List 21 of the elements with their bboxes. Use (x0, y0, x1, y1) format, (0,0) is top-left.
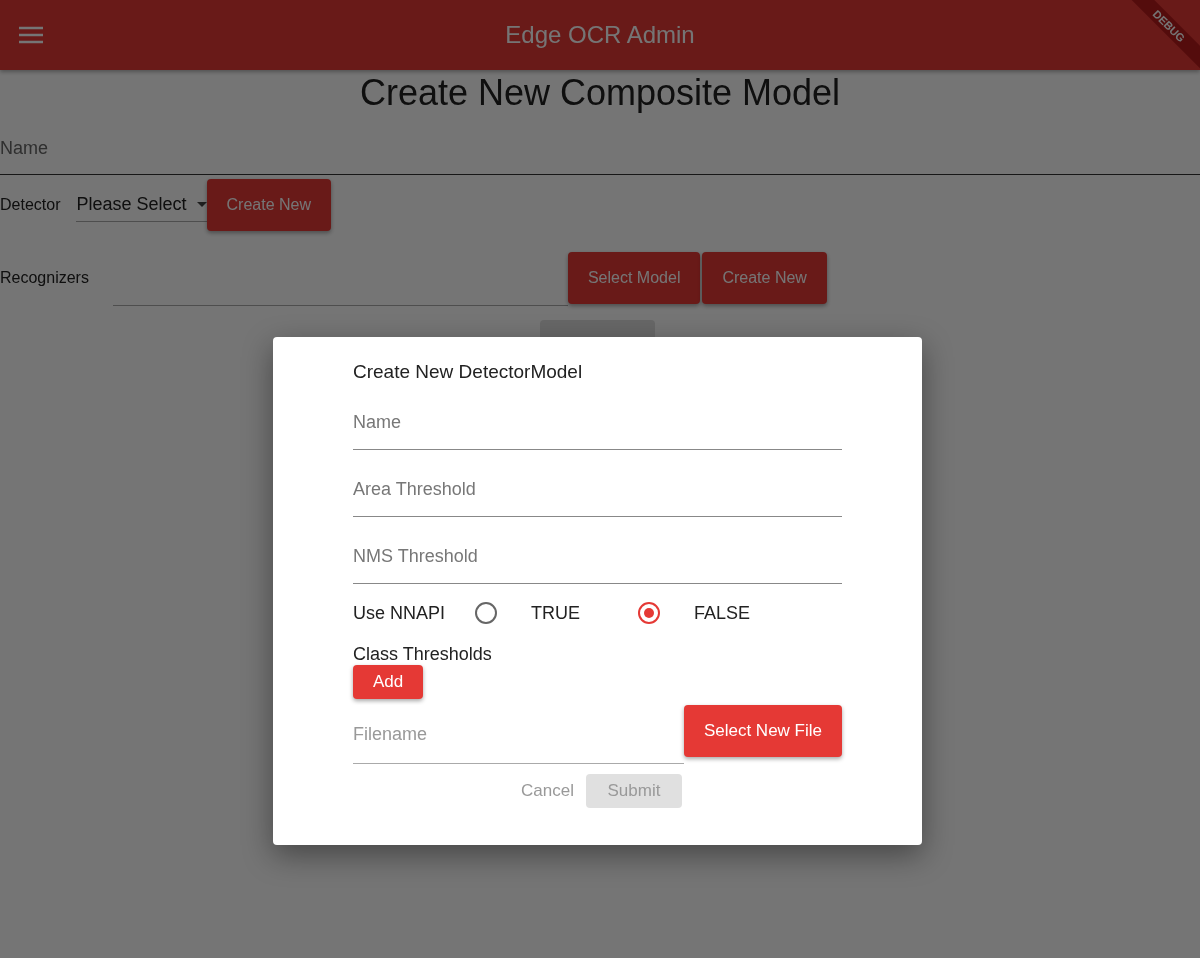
detector-label: Detector (0, 196, 61, 214)
dropdown-caret-icon (196, 202, 207, 207)
class-thresholds-label: Class Thresholds (353, 644, 493, 665)
add-button[interactable]: Add (353, 665, 424, 699)
menu-icon (18, 25, 44, 45)
recognizers-label: Recognizers (0, 268, 89, 287)
page-heading: Create New Composite Model (358, 72, 842, 114)
app-title: Edge OCR Admin (505, 21, 695, 48)
menu-button[interactable] (18, 25, 44, 45)
select-file-button[interactable]: Select New File (683, 705, 842, 757)
dialog-title: Create New DetectorModel (353, 361, 584, 383)
radio-button[interactable] (475, 602, 498, 624)
create-detector-button[interactable]: Create New (206, 179, 332, 231)
detector-dropdown[interactable]: Please Select (76, 188, 207, 222)
radio-label: FALSE (694, 602, 751, 624)
nnapi-label: Use NNAPI (353, 602, 446, 624)
radio-button[interactable] (638, 602, 661, 624)
recognizer-button[interactable]: Create New (702, 251, 827, 304)
name-field[interactable]: Name (0, 122, 1200, 175)
recognizer-button[interactable]: Select Model (567, 251, 701, 304)
radio-label: TRUE (531, 602, 581, 624)
